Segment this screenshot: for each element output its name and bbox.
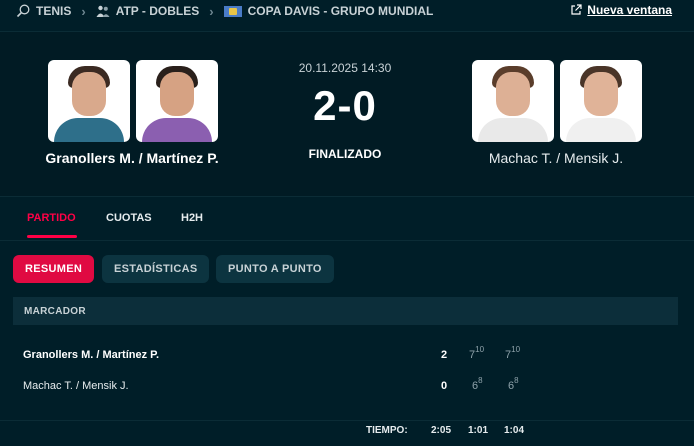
doubles-players-icon <box>96 5 110 17</box>
scoreboard-team-name[interactable]: Machac T. / Mensik J. <box>23 380 129 392</box>
subtab-punto-a-punto[interactable]: PUNTO A PUNTO <box>216 255 334 283</box>
player-avatar-mensik[interactable] <box>560 60 642 142</box>
scoreboard-row-away: Machac T. / Mensik J. 0 68 68 <box>13 372 678 402</box>
new-window-link[interactable]: Nueva ventana <box>570 3 672 17</box>
new-window-label: Nueva ventana <box>587 3 672 17</box>
subtab-estadisticas[interactable]: ESTADÍSTICAS <box>102 255 210 283</box>
davis-cup-flag-icon <box>223 5 242 17</box>
match-status: FINALIZADO <box>308 147 382 161</box>
match-score: 2-0 <box>313 82 377 129</box>
breadcrumb-tournament[interactable]: COPA DAVIS - GRUPO MUNDIAL <box>223 4 434 18</box>
tab-cuotas[interactable]: CUOTAS <box>106 212 152 224</box>
set-score: 68 <box>472 376 483 392</box>
breadcrumb-category-label: ATP - DOBLES <box>115 4 200 18</box>
tab-h2h[interactable]: H2H <box>181 212 203 224</box>
external-link-icon <box>571 4 582 15</box>
breadcrumb-sport[interactable]: TENIS <box>16 4 71 18</box>
breadcrumb-sport-label: TENIS <box>36 4 72 18</box>
match-duration-row: TIEMPO: 2:05 1:01 1:04 <box>0 420 694 440</box>
player-avatar-machac[interactable] <box>472 60 554 142</box>
away-team-name[interactable]: Machac T. / Mensik J. <box>446 150 666 166</box>
player-avatar-granollers[interactable] <box>48 60 130 142</box>
chevron-right-icon: › <box>81 3 86 19</box>
scoreboard-sets-total: 0 <box>440 380 448 392</box>
player-avatar-martinez[interactable] <box>136 60 218 142</box>
breadcrumb-tournament-label: COPA DAVIS - GRUPO MUNDIAL <box>247 4 434 18</box>
scoreboard-header-label: MARCADOR <box>24 305 86 317</box>
set-score: 68 <box>508 376 519 392</box>
scoreboard-header: MARCADOR <box>13 297 678 325</box>
match-datetime: 20.11.2025 14:30 <box>298 61 392 75</box>
tennis-racket-icon <box>16 4 30 18</box>
duration-set-2: 1:04 <box>504 425 525 436</box>
set-score: 710 <box>505 345 521 361</box>
chevron-right-icon: › <box>209 3 214 19</box>
home-team-name[interactable]: Granollers M. / Martínez P. <box>22 150 242 166</box>
match-header: Granollers M. / Martínez P. 20.11.2025 1… <box>0 31 694 196</box>
breadcrumb-category[interactable]: ATP - DOBLES <box>96 4 200 18</box>
set-score: 710 <box>469 345 485 361</box>
scoreboard-row-home: Granollers M. / Martínez P. 2 710 710 <box>13 341 678 371</box>
duration-set-1: 1:01 <box>468 425 489 436</box>
scoreboard-team-name[interactable]: Granollers M. / Martínez P. <box>23 349 159 361</box>
main-tabs: PARTIDO CUOTAS H2H <box>0 196 694 238</box>
active-tab-indicator <box>27 235 77 238</box>
subtab-resumen[interactable]: RESUMEN <box>13 255 95 283</box>
sub-tabs: RESUMEN ESTADÍSTICAS PUNTO A PUNTO <box>0 240 694 292</box>
duration-total: 2:05 <box>431 425 452 436</box>
duration-label: TIEMPO: <box>366 425 408 436</box>
scoreboard-sets-total: 2 <box>440 349 448 361</box>
tab-partido[interactable]: PARTIDO <box>27 212 76 224</box>
